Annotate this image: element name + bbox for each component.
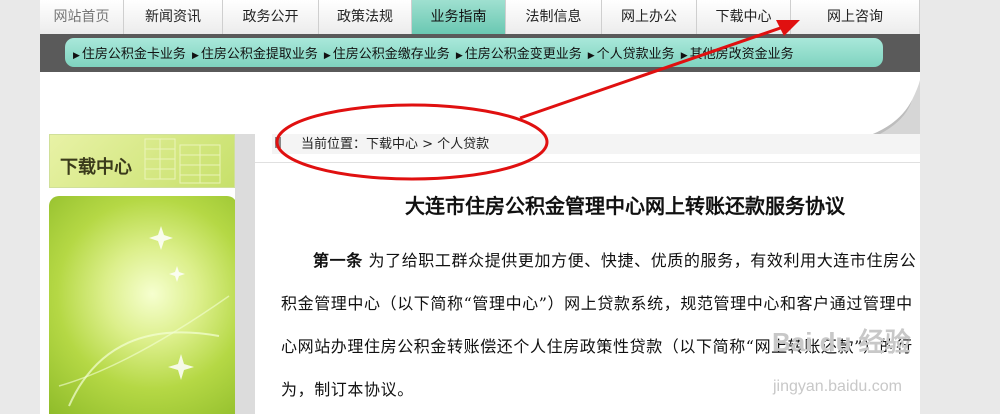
annotation-arrow-line: [519, 22, 793, 120]
annotation-ellipse: [275, 103, 549, 181]
annotation-overlay: [275, 20, 800, 181]
